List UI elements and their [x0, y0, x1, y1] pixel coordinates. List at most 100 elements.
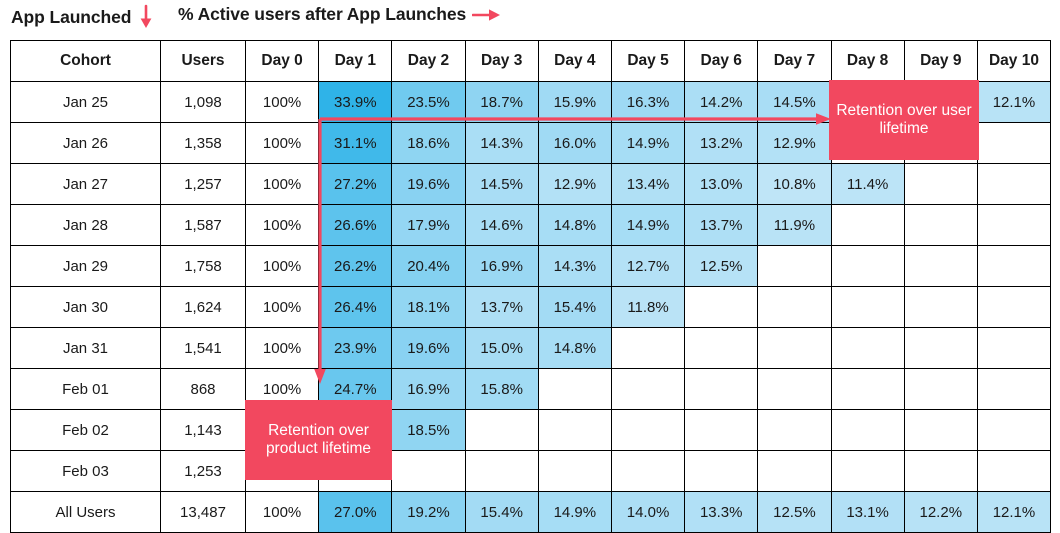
cell-day-1: 23.9%	[318, 327, 393, 369]
cell-day-10	[976, 409, 1052, 451]
cell-day-1: 26.6%	[318, 204, 393, 246]
cell-day-1: 27.2%	[318, 163, 393, 205]
cell-day-10	[976, 450, 1052, 492]
table-row: Jan 29 1,758 100% 26.2% 20.4% 16.9% 14.3% 12.7%…	[10, 245, 1052, 287]
table-row: Feb 02 1,143 18.5%	[10, 409, 1052, 451]
cell-day-3	[464, 450, 539, 492]
cell-day-5: 14.0%	[610, 491, 686, 533]
annotation-active-users-label: % Active users after App Launches	[178, 4, 467, 24]
cell-users: 1,143	[160, 409, 246, 451]
cell-day-7: 11.9%	[757, 204, 832, 246]
cell-day-1: 31.1%	[318, 122, 393, 164]
annotation-active-users: % Active users after App Launches	[178, 4, 502, 25]
cell-day-9	[903, 286, 978, 328]
cell-day-9	[903, 204, 978, 246]
cell-day-4: 12.9%	[537, 163, 612, 205]
callout-retention-product-lifetime: Retention over product lifetime	[245, 400, 392, 480]
cell-day-4: 15.9%	[537, 81, 612, 123]
cell-day-6: 13.3%	[684, 491, 759, 533]
cell-day-7	[757, 368, 832, 410]
cell-day-3: 14.6%	[464, 204, 539, 246]
cell-day-0: 100%	[244, 163, 320, 205]
cell-day-8	[830, 204, 905, 246]
cell-users: 1,253	[160, 450, 246, 492]
cell-day-6	[684, 368, 759, 410]
cell-day-2: 19.6%	[391, 327, 466, 369]
cell-day-4: 14.8%	[537, 204, 612, 246]
cell-day-6: 14.2%	[684, 81, 759, 123]
arrow-right-icon	[472, 8, 501, 21]
table-row: Jan 27 1,257 100% 27.2% 19.6% 14.5% 12.9% 13.4%…	[10, 163, 1052, 205]
callout-retention-user-lifetime: Retention over user lifetime	[829, 80, 979, 160]
cell-day-3: 18.7%	[464, 81, 539, 123]
cell-day-0: 100%	[244, 327, 320, 369]
cell-cohort: Jan 25	[10, 81, 161, 123]
cell-day-3: 15.0%	[464, 327, 539, 369]
cell-cohort: Jan 27	[10, 163, 161, 205]
column-header-day-1: Day 1	[318, 40, 393, 82]
cell-day-9	[903, 327, 978, 369]
column-header-day-10: Day 10	[976, 40, 1052, 82]
column-header-day-7: Day 7	[757, 40, 832, 82]
cell-day-6: 12.5%	[684, 245, 759, 287]
column-header-day-5: Day 5	[610, 40, 686, 82]
cell-day-5	[610, 409, 686, 451]
cell-day-3: 14.3%	[464, 122, 539, 164]
cell-users: 1,587	[160, 204, 246, 246]
cell-day-2: 19.2%	[391, 491, 466, 533]
cell-day-1: 27.0%	[318, 491, 393, 533]
cell-day-2: 16.9%	[391, 368, 466, 410]
cell-cohort: Jan 31	[10, 327, 161, 369]
cell-day-10	[976, 245, 1052, 287]
cell-day-2: 18.1%	[391, 286, 466, 328]
cell-day-4: 14.3%	[537, 245, 612, 287]
cell-day-7	[757, 286, 832, 328]
cell-day-9	[903, 368, 978, 410]
cell-day-7	[757, 450, 832, 492]
cell-cohort: Jan 26	[10, 122, 161, 164]
cell-day-5: 13.4%	[610, 163, 686, 205]
cell-cohort: All Users	[10, 491, 161, 533]
cell-day-7: 14.5%	[757, 81, 832, 123]
cell-cohort: Jan 30	[10, 286, 161, 328]
table-row: Jan 31 1,541 100% 23.9% 19.6% 15.0% 14.8%	[10, 327, 1052, 369]
cell-day-0: 100%	[244, 81, 320, 123]
cell-day-10: 12.1%	[976, 491, 1052, 533]
cell-day-7: 10.8%	[757, 163, 832, 205]
cell-day-6	[684, 450, 759, 492]
cell-day-9: 12.2%	[903, 491, 978, 533]
annotation-app-launched-label: App Launched	[11, 6, 132, 27]
column-header-users: Users	[160, 40, 246, 82]
cell-day-3: 15.8%	[464, 368, 539, 410]
cell-day-10	[976, 122, 1052, 164]
cell-day-7	[757, 245, 832, 287]
cell-day-2: 18.5%	[391, 409, 466, 451]
annotation-strip: App Launched % Active users after App La…	[0, 0, 1060, 38]
cell-day-10	[976, 327, 1052, 369]
cell-day-6	[684, 409, 759, 451]
cell-day-9	[903, 409, 978, 451]
cell-users: 1,257	[160, 163, 246, 205]
cell-day-2	[391, 450, 466, 492]
column-header-day-2: Day 2	[391, 40, 466, 82]
cell-day-4	[537, 368, 612, 410]
cell-day-8: 13.1%	[830, 491, 905, 533]
table-row: Jan 30 1,624 100% 26.4% 18.1% 13.7% 15.4% 11.8%	[10, 286, 1052, 328]
cell-day-5: 14.9%	[610, 204, 686, 246]
cell-day-1: 33.9%	[318, 81, 393, 123]
cell-day-8	[830, 409, 905, 451]
cell-day-10	[976, 204, 1052, 246]
cell-users: 1,758	[160, 245, 246, 287]
cell-users: 1,541	[160, 327, 246, 369]
cell-day-5: 14.9%	[610, 122, 686, 164]
cell-day-4: 16.0%	[537, 122, 612, 164]
table-header-row: Cohort Users Day 0 Day 1 Day 2 Day 3 Day 4 Day …	[10, 40, 1052, 82]
cell-cohort: Jan 28	[10, 204, 161, 246]
cell-day-2: 20.4%	[391, 245, 466, 287]
cell-cohort: Feb 01	[10, 368, 161, 410]
cell-users: 868	[160, 368, 246, 410]
table-row: Feb 03 1,253	[10, 450, 1052, 492]
column-header-day-0: Day 0	[244, 40, 320, 82]
annotation-app-launched: App Launched	[11, 4, 155, 30]
column-header-day-6: Day 6	[684, 40, 759, 82]
